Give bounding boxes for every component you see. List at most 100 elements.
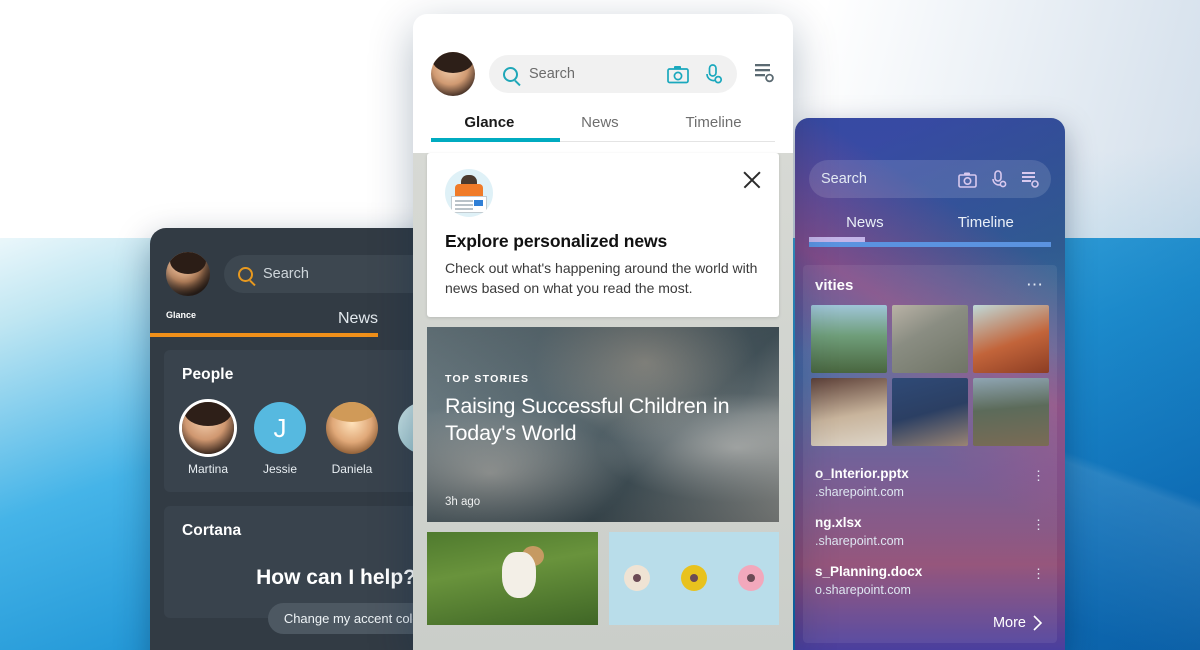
right-device-panel: Search News Timeline vities ⋯ o_Interior… <box>795 118 1065 650</box>
avatar[interactable] <box>166 252 210 296</box>
activities-photo-grid <box>803 305 1057 446</box>
file-location: .sharepoint.com <box>815 484 904 499</box>
left-search-placeholder: Search <box>263 266 309 282</box>
right-tab-divider <box>809 242 1051 247</box>
person-name: Daniela <box>331 462 373 476</box>
left-tab-news[interactable]: News <box>338 310 378 328</box>
right-tab-bar: News Timeline <box>809 214 1051 247</box>
left-tab-indicator <box>150 333 378 337</box>
filter-settings-icon[interactable] <box>1021 170 1039 188</box>
more-vertical-icon[interactable]: ⋮ <box>1032 518 1045 531</box>
file-row[interactable]: o_Interior.pptx .sharepoint.com ⋮ <box>803 460 1057 509</box>
left-header-row: Search <box>150 252 448 296</box>
right-panel-header: Search News Timeline <box>795 118 1065 247</box>
more-vertical-icon[interactable]: ⋮ <box>1032 567 1045 580</box>
file-row[interactable]: ng.xlsx .sharepoint.com ⋮ <box>803 509 1057 558</box>
hero-headline: Raising Successful Children in Today's W… <box>445 393 730 445</box>
activity-photo[interactable] <box>892 378 968 446</box>
cortana-prompt: How can I help? <box>256 566 416 589</box>
file-name: ng.xlsx <box>815 514 862 530</box>
tab-active-indicator <box>431 138 560 142</box>
center-header-row: Search <box>431 52 775 96</box>
activities-title: vities <box>815 276 854 294</box>
more-button[interactable]: More <box>803 607 1057 631</box>
promo-body: Check out what's happening around the wo… <box>445 260 758 297</box>
left-tab-glance[interactable]: Glance <box>166 310 226 328</box>
tab-glance[interactable]: Glance <box>464 114 514 131</box>
hero-story-card[interactable]: TOP STORIES Raising Successful Children … <box>427 326 779 522</box>
right-tab-news[interactable]: News <box>846 214 884 231</box>
avatar[interactable] <box>431 52 475 96</box>
left-tab-bar: Glance News <box>150 310 448 337</box>
recent-files-list: o_Interior.pptx .sharepoint.com ⋮ ng.xls… <box>803 460 1057 607</box>
hero-kicker: TOP STORIES <box>445 372 530 385</box>
search-icon <box>503 66 518 82</box>
activities-section: vities ⋯ o_Interior.pptx .sharepoint.com… <box>803 265 1057 643</box>
hero-text: TOP STORIES Raising Successful Children … <box>445 373 761 447</box>
search-input[interactable]: Search <box>489 55 737 93</box>
people-card-title: People <box>182 366 234 383</box>
right-search-icons <box>958 169 1039 189</box>
file-location: .sharepoint.com <box>815 533 904 548</box>
tab-timeline[interactable]: Timeline <box>685 114 741 131</box>
more-horizontal-icon[interactable]: ⋯ <box>1026 275 1045 295</box>
file-name: o_Interior.pptx <box>815 466 909 481</box>
activity-photo[interactable] <box>973 378 1049 446</box>
news-card[interactable]: US Who Started National <box>608 531 780 650</box>
promo-title: Explore personalized news <box>445 231 668 251</box>
tab-news[interactable]: News <box>581 114 619 131</box>
promo-card: Explore personalized news Check out what… <box>427 153 779 317</box>
left-device-panel: Search Glance News People Martina J Jess… <box>150 228 448 650</box>
filter-settings-icon[interactable] <box>753 61 775 88</box>
avatar <box>326 402 378 454</box>
news-card-image <box>427 531 598 625</box>
left-search-bar[interactable]: Search <box>224 255 432 293</box>
camera-icon[interactable] <box>958 171 977 188</box>
file-name: s_Planning.docx <box>815 563 923 579</box>
explore-news-icon <box>445 169 493 217</box>
center-device-panel: Search Glance News Timeline Explore pers… <box>413 14 793 650</box>
center-header: Search Glance News Timeline <box>413 14 793 142</box>
search-icon <box>238 266 253 282</box>
more-label: More <box>992 614 1026 631</box>
cortana-card-title: Cortana <box>182 522 242 539</box>
left-header: Search Glance News <box>150 228 448 337</box>
close-icon[interactable] <box>741 169 763 191</box>
person-item[interactable]: Daniela <box>326 402 378 476</box>
activity-photo[interactable] <box>811 378 887 446</box>
more-vertical-icon[interactable]: ⋮ <box>1032 469 1045 482</box>
chevron-right-icon <box>1033 615 1043 631</box>
search-action-icons <box>667 63 723 85</box>
screenshot-stage: Search News Timeline vities ⋯ o_Interior… <box>0 0 1200 650</box>
news-card-image <box>608 531 779 625</box>
center-feed: Explore personalized news Check out what… <box>413 153 793 650</box>
news-card[interactable]: US Why You Should Adopt A <box>427 531 598 650</box>
activity-photo[interactable] <box>892 305 968 373</box>
cortana-card: Cortana How can I help? Change my accent… <box>164 506 440 634</box>
people-card: People Martina J Jessie Daniela <box>164 350 448 492</box>
news-card-source: US <box>437 633 452 645</box>
left-content: People Martina J Jessie Daniela Cortana … <box>150 350 448 634</box>
person-item[interactable]: J Jessie <box>254 402 306 476</box>
camera-icon[interactable] <box>667 65 689 84</box>
right-search-placeholder: Search <box>821 171 867 187</box>
activities-header: vities ⋯ <box>803 275 1057 305</box>
news-card-source: US <box>618 633 634 645</box>
file-location: o.sharepoint.com <box>815 582 911 597</box>
avatar <box>182 402 234 454</box>
avatar-initial: J <box>254 402 306 454</box>
microphone-icon[interactable] <box>705 63 723 85</box>
file-row[interactable]: s_Planning.docx o.sharepoint.com ⋮ <box>803 558 1057 607</box>
right-tab-timeline[interactable]: Timeline <box>958 214 1014 231</box>
person-item[interactable]: Martina <box>182 402 234 476</box>
activity-photo[interactable] <box>973 305 1049 373</box>
news-card-row: US Why You Should Adopt A US Who Started… <box>427 531 780 650</box>
right-search-bar[interactable]: Search <box>809 160 1051 198</box>
activity-photo[interactable] <box>811 305 887 373</box>
people-list: Martina J Jessie Daniela F <box>182 402 448 476</box>
search-placeholder: Search <box>529 66 575 82</box>
news-card-body: US Who Started National <box>609 625 780 650</box>
news-card-body: US Why You Should Adopt A <box>427 625 598 650</box>
person-name: Jessie <box>262 462 297 476</box>
microphone-icon[interactable] <box>991 169 1007 189</box>
